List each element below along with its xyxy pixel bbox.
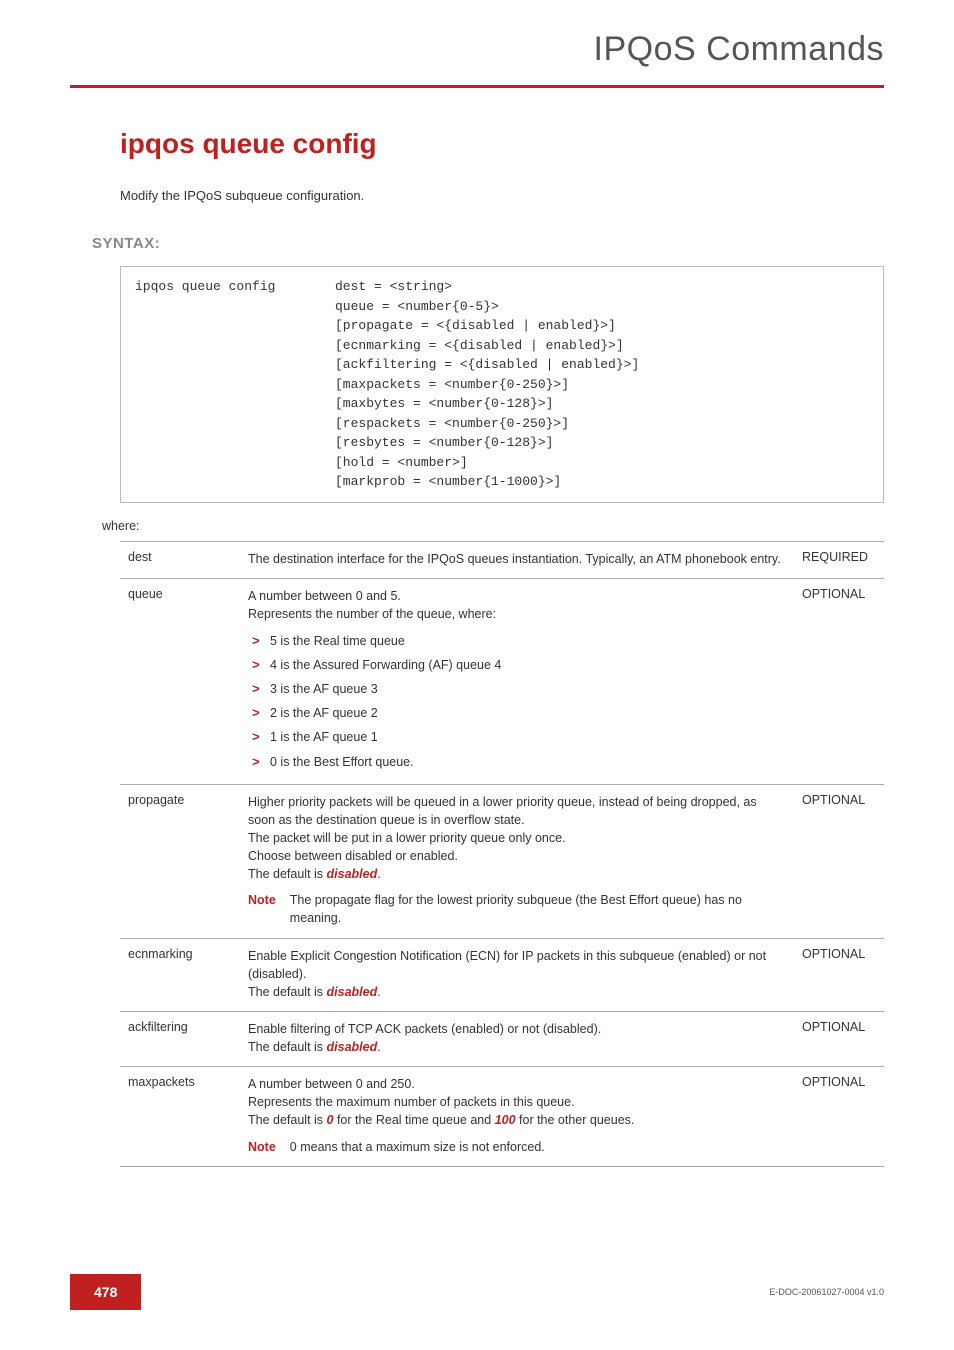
desc-line: The default is disabled. (248, 1038, 786, 1056)
intro-text: Modify the IPQoS subqueue configuration. (120, 188, 884, 203)
note-row: Note 0 means that a maximum size is not … (248, 1138, 786, 1156)
table-row: propagate Higher priority packets will b… (120, 784, 884, 938)
param-name: queue (120, 578, 240, 784)
note-label: Note (248, 891, 276, 927)
desc-line: The default is disabled. (248, 865, 786, 883)
code-cmd: ipqos queue config (135, 277, 335, 297)
note-row: Note The propagate flag for the lowest p… (248, 891, 786, 927)
list-item: 0 is the Best Effort queue. (250, 750, 786, 774)
desc-line: Represents the maximum number of packets… (248, 1093, 786, 1111)
table-row: dest The destination interface for the I… (120, 541, 884, 578)
desc-line: The default is 0 for the Real time queue… (248, 1111, 786, 1129)
note-text: 0 means that a maximum size is not enfor… (290, 1138, 786, 1156)
desc-line: A number between 0 and 5. (248, 587, 786, 605)
list-item: 5 is the Real time queue (250, 629, 786, 653)
list-item: 3 is the AF queue 3 (250, 677, 786, 701)
param-desc: Enable filtering of TCP ACK packets (ena… (240, 1011, 794, 1066)
param-desc: Enable Explicit Congestion Notification … (240, 938, 794, 1011)
content-area: ipqos queue config Modify the IPQoS subq… (0, 88, 954, 1167)
where-label: where: (102, 519, 884, 533)
param-req: OPTIONAL (794, 784, 884, 938)
desc-line: Choose between disabled or enabled. (248, 847, 786, 865)
param-desc: A number between 0 and 5. Represents the… (240, 578, 794, 784)
code-args: dest = <string> queue = <number{0-5}> [p… (335, 277, 639, 492)
param-name: propagate (120, 784, 240, 938)
page-number: 478 (70, 1274, 141, 1310)
table-row: ackfiltering Enable filtering of TCP ACK… (120, 1011, 884, 1066)
param-name: ecnmarking (120, 938, 240, 1011)
syntax-label: SYNTAX: (92, 235, 884, 252)
queue-list: 5 is the Real time queue 4 is the Assure… (248, 629, 786, 774)
list-item: 4 is the Assured Forwarding (AF) queue 4 (250, 653, 786, 677)
emphasis: 100 (495, 1113, 516, 1127)
desc-line: Higher priority packets will be queued i… (248, 793, 786, 829)
desc-line: Enable filtering of TCP ACK packets (ena… (248, 1020, 786, 1038)
note-label: Note (248, 1138, 276, 1156)
section-title: IPQoS Commands (594, 30, 884, 68)
param-req: OPTIONAL (794, 1067, 884, 1167)
emphasis: disabled (327, 1040, 378, 1054)
page-header: IPQoS Commands (0, 0, 954, 79)
list-item: 2 is the AF queue 2 (250, 701, 786, 725)
param-req: OPTIONAL (794, 938, 884, 1011)
param-name: dest (120, 541, 240, 578)
param-desc: A number between 0 and 250. Represents t… (240, 1067, 794, 1167)
param-name: ackfiltering (120, 1011, 240, 1066)
param-req: OPTIONAL (794, 1011, 884, 1066)
desc-text: The destination interface for the IPQoS … (248, 550, 786, 568)
note-text: The propagate flag for the lowest priori… (290, 891, 786, 927)
emphasis: disabled (327, 985, 378, 999)
desc-line: Represents the number of the queue, wher… (248, 605, 786, 623)
table-row: queue A number between 0 and 5. Represen… (120, 578, 884, 784)
emphasis: disabled (327, 867, 378, 881)
desc-line: Enable Explicit Congestion Notification … (248, 947, 786, 983)
page-footer: 478 E-DOC-20061027-0004 v1.0 (0, 1274, 954, 1310)
table-row: ecnmarking Enable Explicit Congestion No… (120, 938, 884, 1011)
desc-line: The packet will be put in a lower priori… (248, 829, 786, 847)
param-desc: The destination interface for the IPQoS … (240, 541, 794, 578)
param-req: REQUIRED (794, 541, 884, 578)
parameters-table: dest The destination interface for the I… (120, 541, 884, 1167)
page-title: ipqos queue config (120, 128, 884, 160)
list-item: 1 is the AF queue 1 (250, 725, 786, 749)
table-row: maxpackets A number between 0 and 250. R… (120, 1067, 884, 1167)
syntax-code-block: ipqos queue configdest = <string> queue … (120, 266, 884, 503)
desc-line: The default is disabled. (248, 983, 786, 1001)
param-desc: Higher priority packets will be queued i… (240, 784, 794, 938)
desc-line: A number between 0 and 250. (248, 1075, 786, 1093)
document-id: E-DOC-20061027-0004 v1.0 (769, 1287, 884, 1297)
param-name: maxpackets (120, 1067, 240, 1167)
param-req: OPTIONAL (794, 578, 884, 784)
